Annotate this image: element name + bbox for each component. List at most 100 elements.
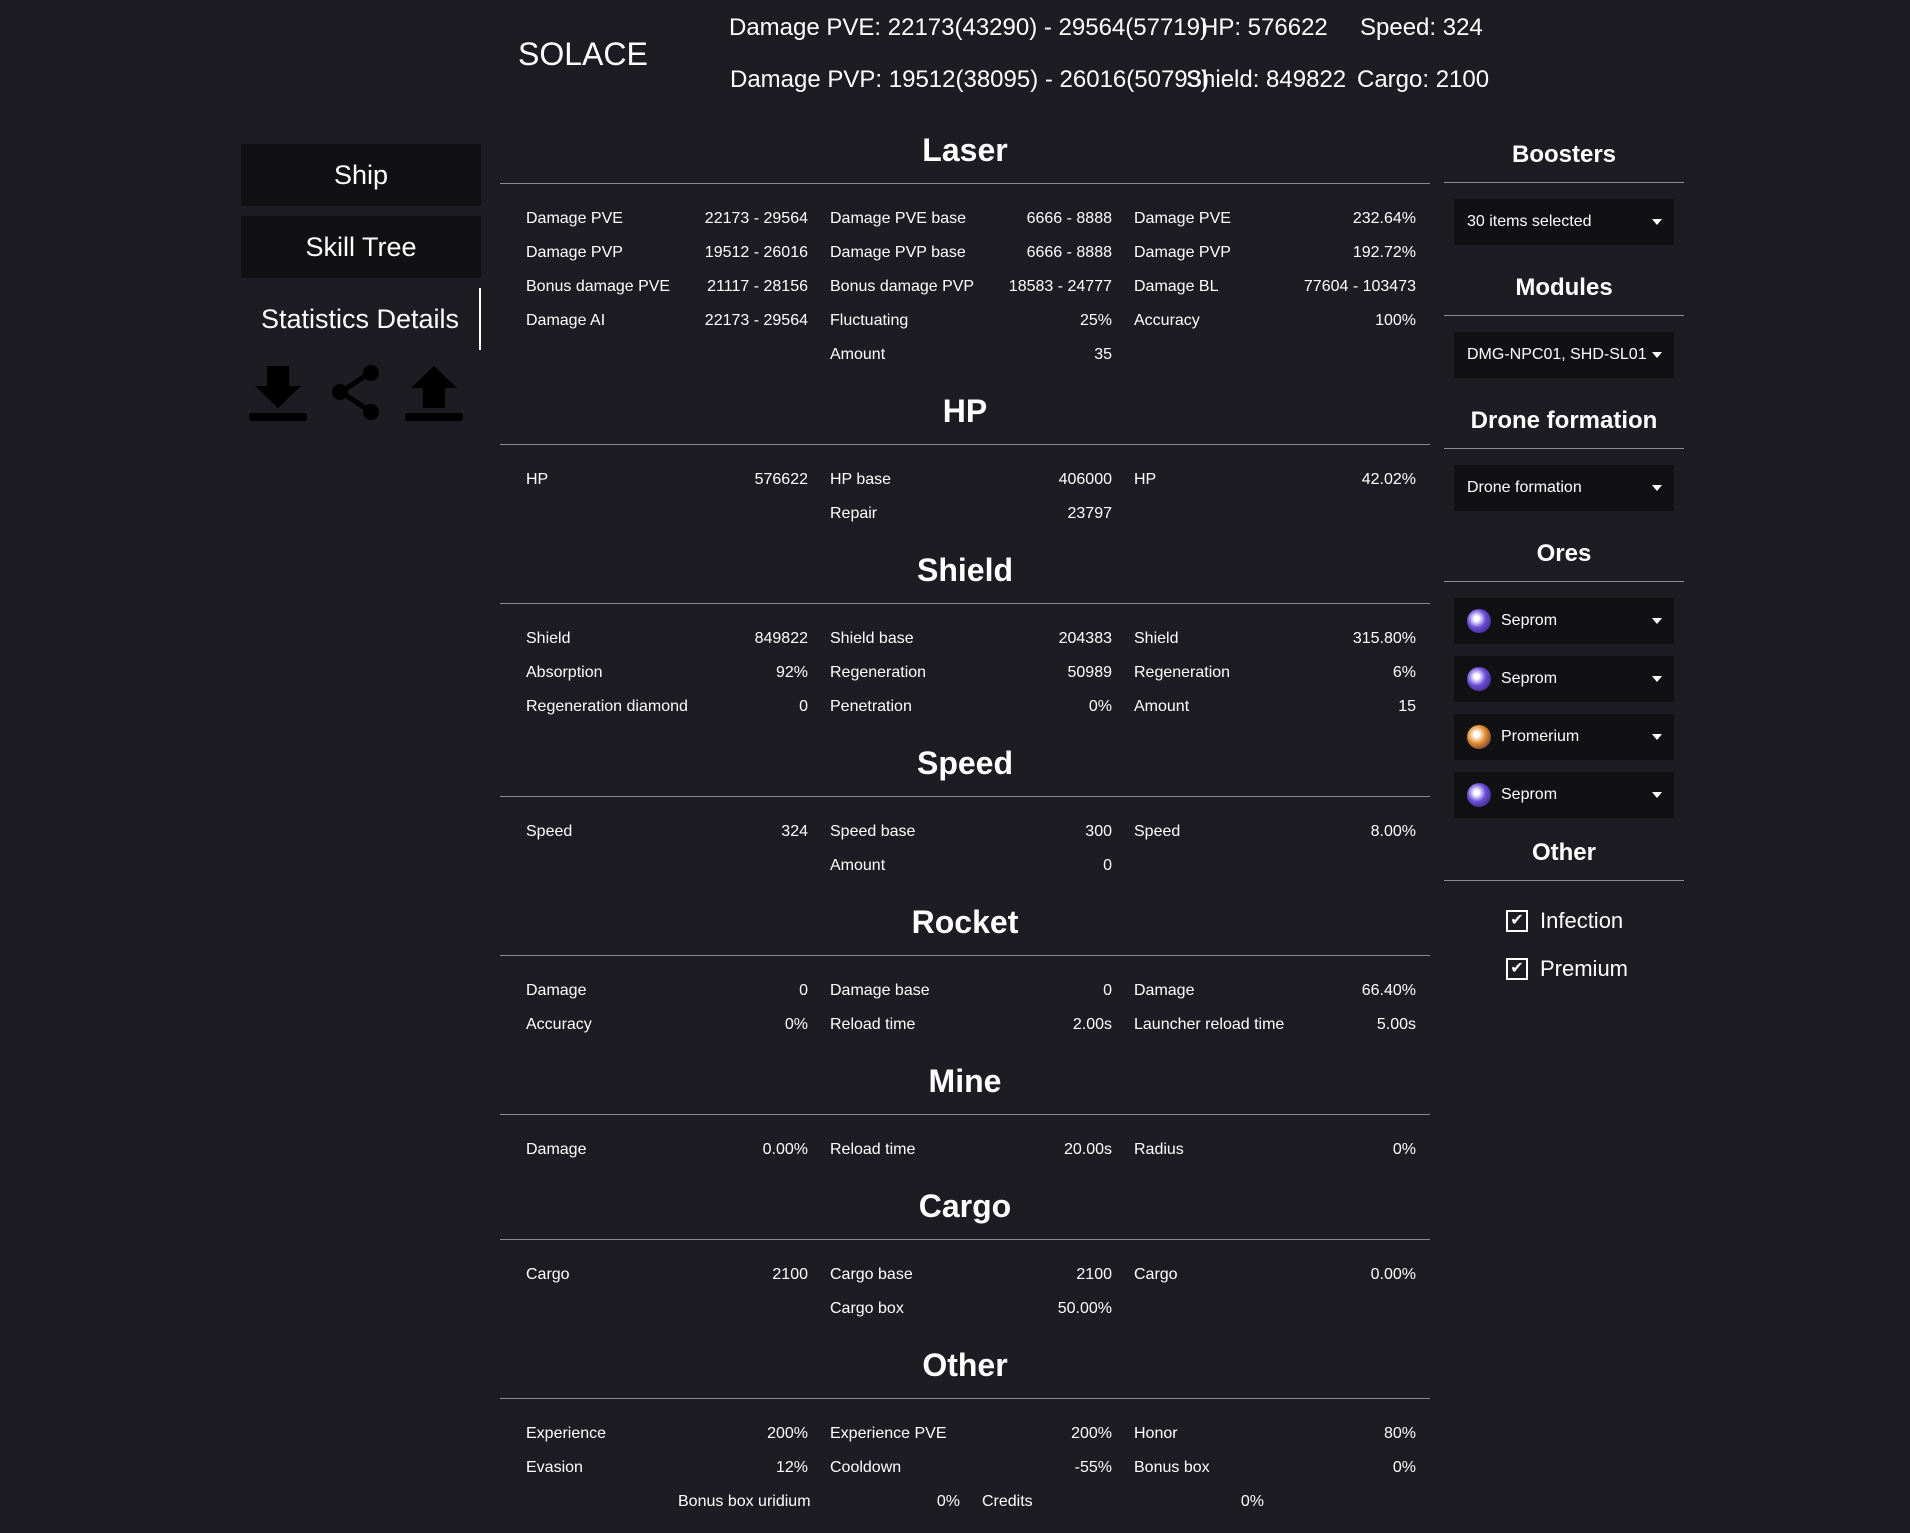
upload-icon[interactable] (401, 364, 467, 422)
ore-select[interactable]: Promerium (1454, 714, 1674, 760)
stat-cell (526, 1292, 830, 1326)
stat-cell: Repair 23797 (830, 497, 1134, 531)
section-speed: Speed Speed 324 Speed base 300 Speed 8.00% Amou… (500, 738, 1430, 883)
stat-label: Shield (526, 630, 571, 647)
statistics-panel: Laser Damage PVE 22173 - 29564 Damage PVE b… (500, 125, 1430, 1533)
drone-formation-select[interactable]: Drone formation (1454, 465, 1674, 511)
stat-cell: HP 42.02% (1134, 463, 1438, 497)
stat-cell: Penetration 0% (830, 690, 1134, 724)
nav-statistics-details-button[interactable]: Statistics Details (241, 288, 481, 350)
stat-cell: Damage PVP 192.72% (1134, 236, 1438, 270)
stat-label: Cargo base (830, 1266, 913, 1283)
stat-cell: Reload time 20.00s (830, 1133, 1134, 1167)
stat-cell: Amount 0 (830, 849, 1134, 883)
stat-label: Speed (526, 823, 573, 840)
stat-cell: Damage base 0 (830, 974, 1134, 1008)
boosters-title: Boosters (1444, 132, 1684, 183)
ore-name: Seprom (1501, 670, 1558, 687)
ore-icon (1467, 667, 1491, 691)
stat-value: 2100 (772, 1266, 808, 1283)
stat-value: 200% (1071, 1425, 1112, 1442)
ore-icon (1467, 783, 1491, 807)
stat-cell: Amount 35 (830, 338, 1134, 372)
stat-value: 204383 (1058, 630, 1112, 647)
stat-value: 50.00% (1057, 1300, 1112, 1317)
stat-label: Experience (526, 1425, 607, 1442)
stat-cell: Regeneration 50989 (830, 656, 1134, 690)
stat-cell: Experience 200% (526, 1417, 830, 1451)
checkbox-icon[interactable]: ✔ (1506, 910, 1528, 932)
stat-cell: Bonus damage PVE 21117 - 28156 (526, 270, 830, 304)
stat-cell: Damage PVP 19512 - 26016 (526, 236, 830, 270)
stat-value: 6% (1392, 664, 1416, 681)
ore-select[interactable]: Seprom (1454, 656, 1674, 702)
stat-cell: Cargo 0.00% (1134, 1258, 1438, 1292)
stat-label: Damage PVE (1134, 210, 1231, 227)
stat-value: 0% (784, 1016, 808, 1033)
checkbox-infection[interactable]: ✔ Infection (1506, 897, 1684, 945)
nav-ship-button[interactable]: Ship (241, 144, 481, 206)
stat-cell: Evasion 12% (526, 1451, 830, 1485)
stat-label: Bonus damage PVP (830, 278, 975, 295)
nav-skill-tree-button[interactable]: Skill Tree (241, 216, 481, 278)
chevron-down-icon (1652, 618, 1662, 624)
checkbox-premium[interactable]: ✔ Premium (1506, 945, 1684, 993)
ore-label: Seprom (1467, 609, 1557, 633)
section-title: Mine (500, 1056, 1430, 1115)
chevron-down-icon (1652, 676, 1662, 682)
stat-value: 25% (1079, 312, 1112, 329)
stat-value: 0.00% (1370, 1266, 1416, 1283)
stat-cell: Damage 0 (526, 974, 830, 1008)
stat-label: Shield (1134, 630, 1179, 647)
stat-grid: Damage 0 Damage base 0 Damage 66.40% Accuracy 0… (500, 974, 1430, 1042)
stat-cell: Accuracy 0% (526, 1008, 830, 1042)
stat-label: Amount (830, 857, 886, 874)
stat-grid: HP 576622 HP base 406000 HP 42.02% Repair 23797 (500, 463, 1430, 531)
stat-label: Cooldown (830, 1459, 902, 1476)
stat-value: 19512 - 26016 (704, 244, 808, 261)
ores-title: Ores (1444, 531, 1684, 582)
checkbox-icon[interactable]: ✔ (1506, 958, 1528, 980)
stat-label: Speed (1134, 823, 1181, 840)
stat-value: 2100 (1076, 1266, 1112, 1283)
ship-name: SOLACE (518, 36, 648, 72)
stat-value: 6666 - 8888 (1026, 210, 1112, 227)
section-title: Rocket (500, 897, 1430, 956)
section-hp: HP HP 576622 HP base 406000 HP 42.02% Repair 237… (500, 386, 1430, 531)
share-icon[interactable] (323, 364, 389, 422)
stat-value: 406000 (1058, 471, 1112, 488)
stat-cell: Damage 0.00% (526, 1133, 830, 1167)
stat-grid: Shield 849822 Shield base 204383 Shield 315.8… (500, 622, 1430, 724)
boosters-select[interactable]: 30 items selected (1454, 199, 1674, 245)
stat-grid: Cargo 2100 Cargo base 2100 Cargo 0.00% Cargo b… (500, 1258, 1430, 1326)
ore-select[interactable]: Seprom (1454, 772, 1674, 818)
stat-value: 0 (1103, 857, 1112, 874)
section-mine: Mine Damage 0.00% Reload time 20.00s Radius 0% (500, 1056, 1430, 1167)
stat-value: 300 (1085, 823, 1112, 840)
stat-value: 2.00s (1072, 1016, 1112, 1033)
stat-label: Damage PVE base (830, 210, 967, 227)
chevron-down-icon (1652, 352, 1662, 358)
stat-cell: Regeneration diamond 0 (526, 690, 830, 724)
stat-cell: HP 576622 (526, 463, 830, 497)
stat-value: -55% (1074, 1459, 1112, 1476)
stat-label: Accuracy (526, 1016, 592, 1033)
ore-select[interactable]: Seprom (1454, 598, 1674, 644)
stat-cell: Fluctuating 25% (830, 304, 1134, 338)
modules-select[interactable]: DMG-NPC01, SHD-SL01, HP- (1454, 332, 1674, 378)
header-cargo: Cargo: 2100 (1357, 66, 1490, 93)
ore-name: Seprom (1501, 786, 1558, 803)
chevron-down-icon (1652, 219, 1662, 225)
stat-value: 42.02% (1361, 471, 1416, 488)
stat-label: Damage BL (1134, 278, 1219, 295)
stat-label: HP (1134, 471, 1157, 488)
ore-label: Seprom (1467, 783, 1557, 807)
stat-cell: HP base 406000 (830, 463, 1134, 497)
stat-cell (526, 849, 830, 883)
drone-formation-title: Drone formation (1444, 398, 1684, 449)
stat-cell: Damage 66.40% (1134, 974, 1438, 1008)
stat-value: 0% (1088, 698, 1112, 715)
ore-name: Promerium (1501, 728, 1580, 745)
download-icon[interactable] (245, 364, 311, 422)
stat-value: 232.64% (1352, 210, 1416, 227)
